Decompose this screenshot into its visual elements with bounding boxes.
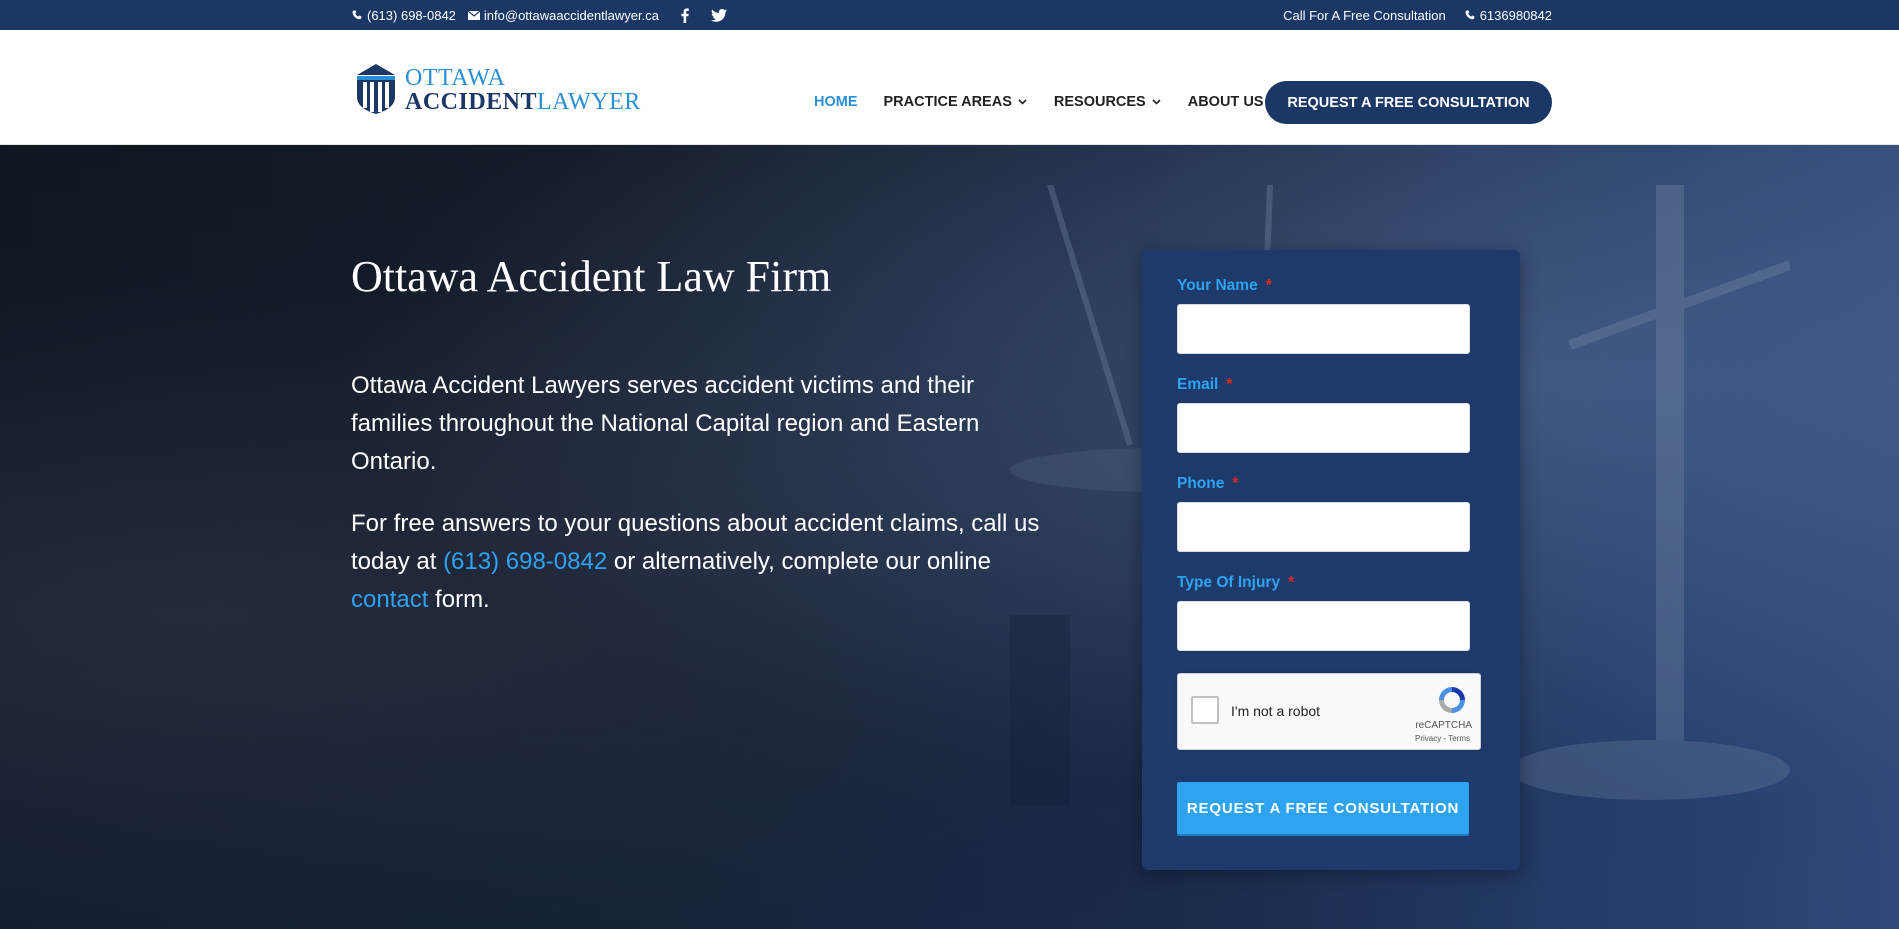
hero-contact-link[interactable]: contact (351, 586, 428, 613)
required-mark: * (1232, 475, 1239, 492)
nav-about-us-label: ABOUT US (1187, 94, 1264, 110)
top-bar: (613) 698-0842 info@ottawaaccidentlawyer… (0, 0, 1899, 30)
logo-line-1: OTTAWA (405, 65, 506, 91)
hero-title: Ottawa Accident Law Firm (351, 252, 832, 301)
recaptcha-checkbox[interactable] (1191, 696, 1219, 724)
top-email-link[interactable]: info@ottawaaccidentlawyer.ca (467, 7, 659, 23)
email-label: Email * (1177, 376, 1232, 394)
twitter-icon[interactable] (710, 7, 727, 23)
hero-section: Ottawa Accident Law Firm Ottawa Accident… (0, 145, 1899, 929)
name-input[interactable] (1177, 304, 1470, 354)
injury-type-input[interactable] (1177, 601, 1470, 651)
logo-word-accident: ACCIDENT (405, 89, 538, 115)
logo-text: OTTAWA ACCIDENTLAWYER (405, 66, 641, 114)
hero-phone-link[interactable]: (613) 698-0842 (443, 548, 607, 575)
phone-icon (1464, 9, 1476, 21)
email-label-text: Email (1177, 376, 1219, 393)
top-cta-text: Call For A Free Consultation (1283, 7, 1446, 23)
top-phone-link[interactable]: (613) 698-0842 (351, 8, 456, 23)
site-header: OTTAWA ACCIDENTLAWYER HOME PRACTICE AREA… (0, 30, 1899, 145)
pillar-logo-icon (353, 61, 399, 120)
hero-description: Ottawa Accident Lawyers serves accident … (351, 367, 1051, 643)
recaptcha-label: I'm not a robot (1231, 703, 1321, 719)
hero-p2-text-c: form. (428, 586, 490, 613)
top-phone-alt-text: 6136980842 (1479, 7, 1552, 23)
hero-p2-text-b: or alternatively, complete our online (607, 548, 991, 575)
top-bar-right: Call For A Free Consultation 6136980842 (1283, 0, 1552, 30)
recaptcha-terms-link[interactable]: Privacy - Terms (1415, 734, 1470, 743)
phone-input[interactable] (1177, 502, 1470, 552)
nav-about-us[interactable]: ABOUT US (1188, 94, 1264, 110)
main-nav: HOME PRACTICE AREAS RESOURCES ABOUT US (814, 90, 1263, 114)
logo-line-2: ACCIDENTLAWYER (405, 90, 641, 114)
nav-resources-label: RESOURCES (1053, 94, 1146, 110)
injury-type-label: Type Of Injury * (1177, 574, 1294, 592)
required-mark: * (1265, 277, 1272, 294)
injury-type-label-text: Type Of Injury (1177, 574, 1281, 591)
site-logo[interactable]: OTTAWA ACCIDENTLAWYER (353, 61, 640, 120)
required-mark: * (1288, 574, 1295, 591)
recaptcha-brand: reCAPTCHA (1415, 720, 1472, 731)
chevron-down-icon (1152, 97, 1162, 107)
request-consultation-button[interactable]: REQUEST A FREE CONSULTATION (1265, 81, 1552, 124)
nav-resources[interactable]: RESOURCES (1054, 94, 1162, 110)
logo-word-lawyer: LAWYER (537, 89, 641, 115)
phone-label: Phone * (1177, 475, 1238, 493)
nav-home[interactable]: HOME (814, 94, 858, 110)
nav-home-label: HOME (814, 94, 858, 110)
form-submit-button[interactable]: REQUEST A FREE CONSULTATION (1177, 782, 1469, 834)
phone-label-text: Phone (1177, 475, 1225, 492)
envelope-icon (467, 9, 480, 21)
top-email-text: info@ottawaaccidentlawyer.ca (483, 7, 659, 23)
facebook-icon[interactable] (677, 7, 693, 23)
email-input[interactable] (1177, 403, 1470, 453)
top-bar-contacts: (613) 698-0842 info@ottawaaccidentlawyer… (351, 0, 727, 30)
recaptcha-widget: I'm not a robot reCAPTCHA Privacy - Term… (1177, 673, 1481, 750)
consultation-form: Your Name * Email * Phone * Type Of Injury *… (1142, 250, 1520, 870)
phone-icon (351, 9, 363, 21)
name-label: Your Name * (1177, 277, 1272, 295)
name-label-text: Your Name (1177, 277, 1258, 294)
recaptcha-logo-icon (1436, 684, 1468, 716)
nav-practice-areas-label: PRACTICE AREAS (883, 94, 1012, 110)
top-phone-text: (613) 698-0842 (367, 7, 456, 23)
hero-paragraph-2: For free answers to your questions about… (351, 505, 1051, 619)
nav-practice-areas[interactable]: PRACTICE AREAS (884, 94, 1028, 110)
top-phone-alt-link[interactable]: 6136980842 (1464, 8, 1552, 23)
hero-paragraph-1: Ottawa Accident Lawyers serves accident … (351, 372, 980, 475)
required-mark: * (1226, 376, 1233, 393)
chevron-down-icon (1018, 97, 1028, 107)
